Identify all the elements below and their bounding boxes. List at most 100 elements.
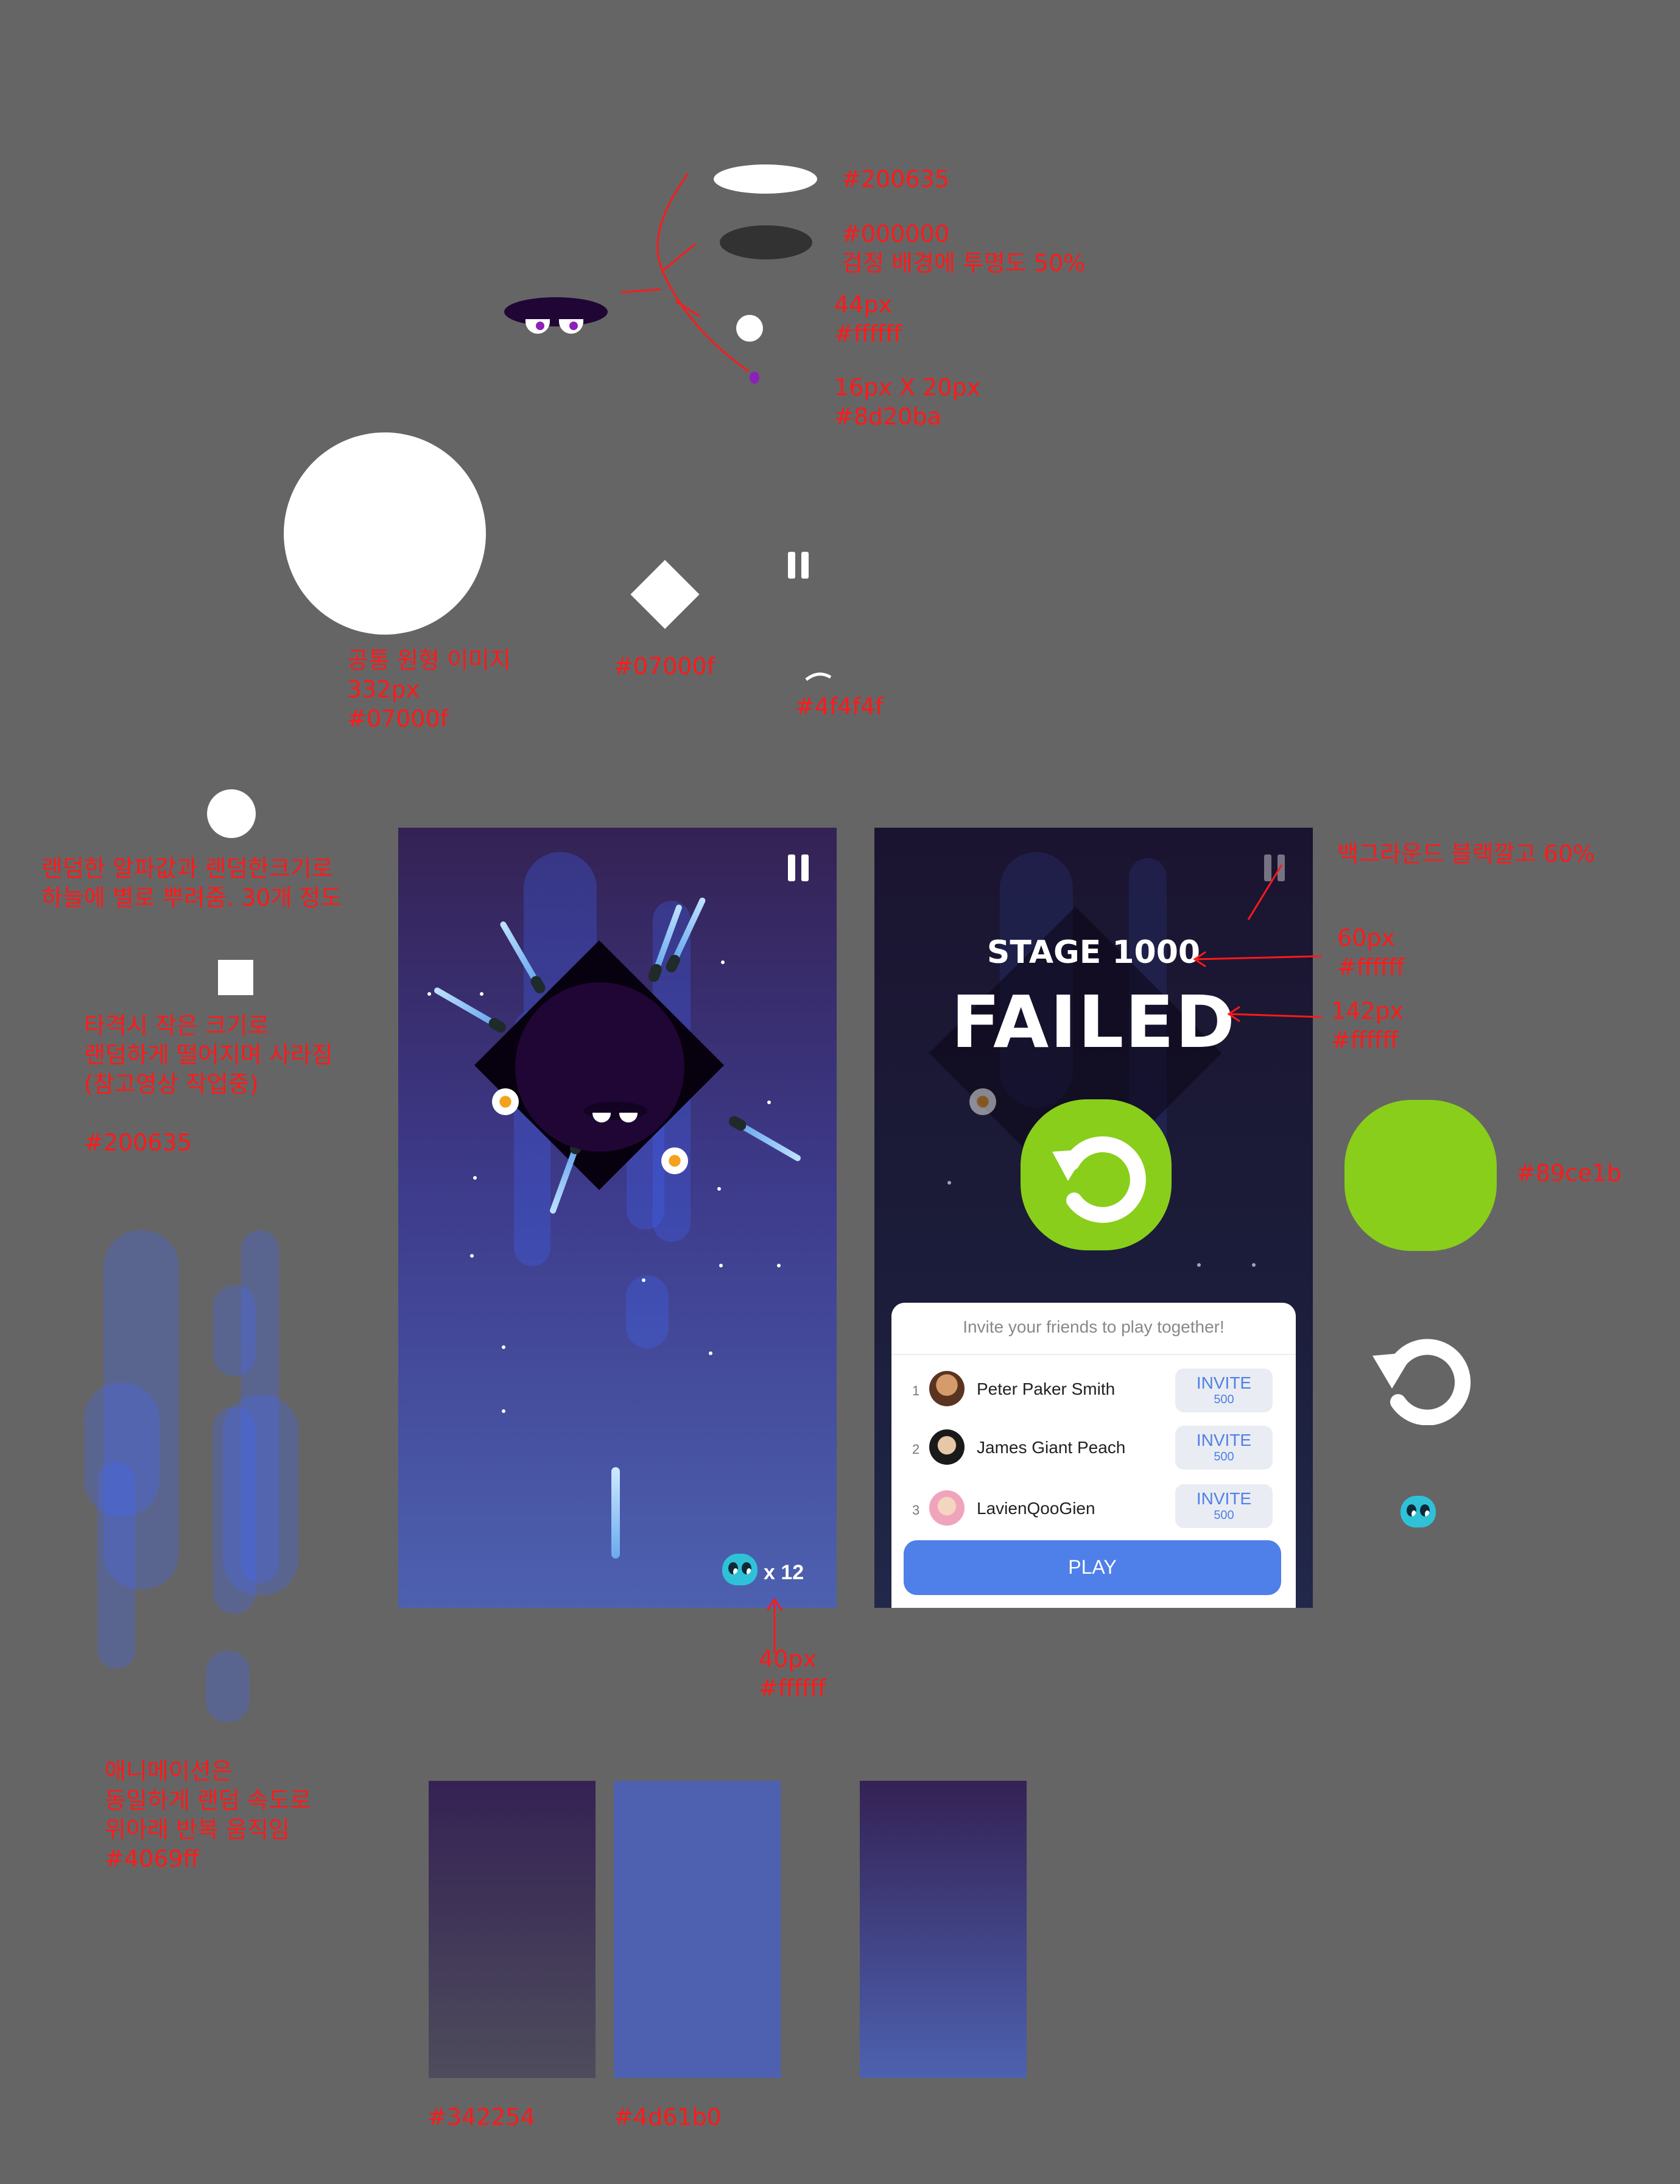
friend-rank: 3 (912, 1502, 920, 1518)
cat-lives-icon (722, 1554, 757, 1585)
star (502, 1345, 505, 1349)
star (717, 1187, 721, 1191)
star (709, 1351, 712, 1355)
gameplay-screen: x 12 (398, 828, 837, 1608)
star (470, 1254, 474, 1258)
friend-name: Peter Paker Smith (977, 1379, 1116, 1398)
star (721, 960, 725, 964)
star (719, 1264, 723, 1267)
star (947, 1181, 951, 1185)
annotation-16x20: 16px X 20px (834, 374, 981, 401)
invite-panel: Invite your friends to play together! 1 … (891, 1303, 1296, 1608)
bg-pillar (626, 1275, 669, 1348)
invite-button[interactable]: INVITE 500 (1175, 1484, 1273, 1528)
annotation-142px: 142px (1331, 998, 1404, 1024)
star (473, 1176, 477, 1180)
friend-rank: 2 (912, 1442, 920, 1457)
eyelid-shadow-asset (720, 225, 812, 259)
swatch-gradient-dark (429, 1781, 596, 2078)
annotation-hit-1: 타격시 작은 크기로 (84, 1012, 269, 1039)
invite-button[interactable]: INVITE 500 (1175, 1369, 1273, 1412)
retry-icon (1052, 1136, 1146, 1223)
flower (661, 1147, 688, 1174)
boss-eyes-asset (504, 297, 608, 337)
annotation-07000f-1: #07000f (347, 705, 449, 732)
retry-button[interactable] (1021, 1099, 1172, 1250)
friend-name: LavienQooGien (977, 1499, 1095, 1518)
eyelid-white-asset (714, 164, 817, 194)
callout-arrows-failed (1193, 864, 1322, 1023)
pillar-ref (213, 1285, 256, 1376)
annotation-anim-1: 애니메이션은 (105, 1758, 233, 1784)
invite-label: INVITE (1196, 1489, 1252, 1508)
common-circle-asset (284, 432, 486, 635)
coin-reward: 500 (1214, 1393, 1234, 1406)
pillar-ref (223, 1395, 298, 1596)
pause-icon (788, 552, 809, 579)
cat-icon-asset (1401, 1496, 1436, 1527)
retry-icon-asset (1372, 1339, 1471, 1425)
annotation-stars-1: 랜덤한 알파값과 랜덤한크기로 (41, 855, 333, 882)
annotation-ffffff-2: #ffffff (1337, 954, 1405, 981)
flower (492, 1088, 519, 1115)
annotation-anim-color: #4069ff (105, 1845, 199, 1872)
player-needle (611, 1467, 620, 1559)
swatch-label-342254: #342254 (427, 2104, 535, 2130)
star (1197, 1263, 1201, 1267)
pupil-asset (750, 372, 759, 384)
needle (549, 1149, 578, 1215)
star-asset (207, 789, 256, 838)
annotation-anim-2: 동일하게 랜덤 속도로 (105, 1787, 311, 1814)
annotation-anim-3: 위아래 반복 움직임 (105, 1816, 290, 1843)
callout-bracket (621, 173, 750, 373)
avatar (929, 1490, 965, 1526)
annotation-ffffff-3: #ffffff (1331, 1027, 1399, 1054)
boss-face (584, 1102, 647, 1131)
play-button[interactable]: PLAY (904, 1540, 1281, 1595)
star (1252, 1263, 1256, 1267)
annotation-89ce1b: #89ce1b (1516, 1160, 1622, 1186)
star (427, 992, 431, 996)
annotation-60px: 60px (1337, 925, 1395, 951)
swatch-label-4d61b0: #4d61b0 (614, 2104, 722, 2130)
green-button-asset (1344, 1100, 1497, 1251)
needle (433, 986, 494, 1026)
divider (891, 1354, 1296, 1355)
annotation-stars-2: 하늘에 별로 뿌려줌. 30개 정도 (41, 884, 342, 911)
annotation-07000f-2: #07000f (614, 653, 715, 680)
star (480, 992, 483, 996)
star (777, 1264, 781, 1267)
invite-label: INVITE (1196, 1431, 1252, 1450)
annotation-8d20ba: #8d20ba (834, 403, 941, 430)
annotation-hit-3: (참고영상 작업중) (84, 1071, 259, 1097)
avatar (929, 1371, 965, 1406)
pillar-ref (206, 1650, 250, 1722)
lives-count: x 12 (764, 1561, 804, 1584)
eye-white-asset (736, 315, 763, 342)
avatar (929, 1429, 965, 1465)
annotation-4f4f4f: #4f4f4f (795, 693, 884, 720)
pillar-ref (97, 1462, 135, 1669)
flower (969, 1088, 996, 1115)
annotation-common-circle: 공통 원형 이미지 (347, 647, 511, 674)
pause-button[interactable] (788, 854, 809, 881)
annotation-000000: #000000 (842, 220, 949, 247)
swatch-gradient-bg (860, 1781, 1027, 2078)
needle (740, 1123, 802, 1163)
play-label: PLAY (1068, 1556, 1117, 1578)
annotation-hit-color: #200635 (84, 1129, 192, 1156)
annotation-44px: 44px (834, 291, 892, 318)
annotation-40px: 40px (759, 1646, 817, 1672)
debris-square-asset (218, 960, 253, 995)
invite-button[interactable]: INVITE 500 (1175, 1426, 1273, 1470)
star (502, 1409, 505, 1413)
invite-label: INVITE (1196, 1373, 1252, 1392)
annotation-hit-2: 랜덤하게 떨어지며 사라짐 (84, 1041, 333, 1068)
coin-reward: 500 (1214, 1509, 1234, 1522)
annotation-332px: 332px (347, 676, 420, 703)
star (642, 1278, 645, 1282)
annotation-200635: #200635 (842, 166, 949, 192)
friend-name: James Giant Peach (977, 1438, 1126, 1457)
annotation-black-opacity: 검정 배경에 투명도 50% (842, 250, 1086, 277)
invite-title: Invite your friends to play together! (963, 1317, 1225, 1336)
